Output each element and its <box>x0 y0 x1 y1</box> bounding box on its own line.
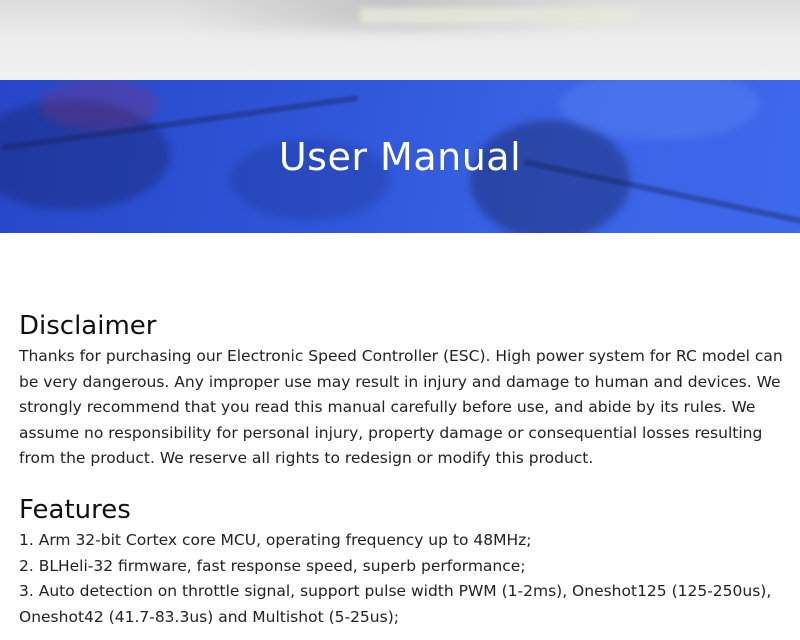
manual-page: User Manual Disclaimer Thanks for purcha… <box>0 0 800 640</box>
features-heading: Features <box>19 494 131 525</box>
disclaimer-heading: Disclaimer <box>19 311 157 341</box>
manual-content: Disclaimer Thanks for purchasing our Ele… <box>19 308 789 630</box>
feature-item: 2. BLHeli-32 firmware, fast response spe… <box>19 556 526 575</box>
top-photo-strip <box>0 0 800 80</box>
feature-item: 1. Arm 32-bit Cortex core MCU, operating… <box>19 530 532 549</box>
feature-item: 3. Auto detection on throttle signal, su… <box>19 582 772 626</box>
disclaimer-section: Disclaimer Thanks for purchasing our Ele… <box>19 308 789 472</box>
features-list: 1. Arm 32-bit Cortex core MCU, operating… <box>19 528 789 630</box>
page-title: User Manual <box>278 134 522 179</box>
features-section: Features 1. Arm 32-bit Cortex core MCU, … <box>19 492 789 630</box>
hero-banner: User Manual <box>0 80 800 233</box>
disclaimer-text: Thanks for purchasing our Electronic Spe… <box>19 347 783 468</box>
